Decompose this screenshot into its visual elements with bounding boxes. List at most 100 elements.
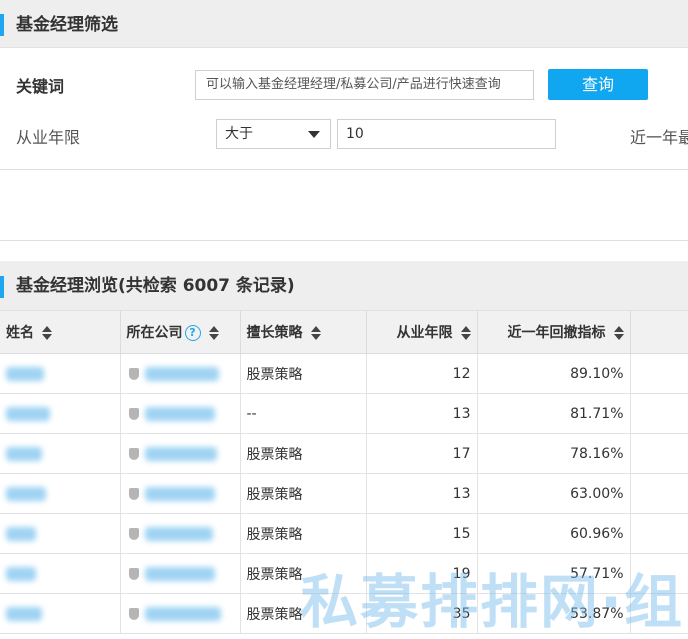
shield-icon — [128, 367, 139, 380]
section-accent-bar — [0, 276, 4, 298]
shield-icon — [128, 487, 139, 500]
filter-section-title: 基金经理筛选 — [16, 15, 118, 35]
extra-cell — [630, 473, 688, 514]
table-row[interactable]: 股票策略 19 57.71% — [0, 553, 688, 594]
company-cell[interactable] — [120, 513, 241, 554]
manager-name-cell[interactable] — [0, 433, 121, 474]
strategy-cell: 股票策略 — [240, 593, 367, 634]
redacted-company — [144, 606, 221, 621]
company-cell[interactable] — [120, 553, 241, 594]
strategy-cell: -- — [240, 393, 367, 434]
table-row[interactable]: 股票策略 17 78.16% — [0, 433, 688, 474]
search-button[interactable]: 查询 — [548, 69, 648, 100]
shield-icon — [128, 407, 139, 420]
filter-section-header: 基金经理筛选 — [0, 0, 688, 48]
extra-cell — [630, 553, 688, 594]
table-row[interactable]: -- 13 81.71% — [0, 393, 688, 434]
redacted-name — [6, 526, 36, 541]
company-cell[interactable] — [120, 473, 241, 514]
company-cell[interactable] — [120, 353, 241, 394]
sort-icon[interactable] — [208, 326, 219, 340]
drawdown-cell: 78.16% — [477, 433, 631, 474]
sort-icon[interactable] — [613, 326, 624, 340]
shield-icon — [128, 567, 139, 580]
redacted-company — [144, 446, 217, 461]
table-row[interactable]: 股票策略 15 60.96% — [0, 513, 688, 554]
strategy-cell: 股票策略 — [240, 513, 367, 554]
compare-operator-value: 大于 — [225, 126, 253, 142]
redacted-company — [144, 406, 215, 421]
years-cell: 35 — [366, 593, 478, 634]
extra-cell — [630, 433, 688, 474]
redacted-name — [6, 606, 42, 621]
manager-name-cell[interactable] — [0, 593, 121, 634]
filter-extra-area — [0, 169, 688, 241]
years-cell: 15 — [366, 513, 478, 554]
help-icon[interactable]: ? — [184, 325, 201, 341]
drawdown-cell: 60.96% — [477, 513, 631, 554]
browse-section-header: 基金经理浏览(共检索 6007 条记录) — [0, 261, 688, 311]
years-cell: 17 — [366, 433, 478, 474]
table-row[interactable]: 股票策略 35 53.87% — [0, 593, 688, 634]
redacted-name — [6, 366, 44, 381]
drawdown-cell: 89.10% — [477, 353, 631, 394]
extra-cell — [630, 393, 688, 434]
sort-icon[interactable] — [310, 326, 321, 340]
keyword-search-input[interactable]: 可以输入基金经理经理/私募公司/产品进行快速查询 — [195, 70, 534, 100]
manager-name-cell[interactable] — [0, 513, 121, 554]
redacted-name — [6, 406, 50, 421]
browse-section-title: 基金经理浏览(共检索 6007 条记录) — [16, 276, 295, 296]
column-header-name[interactable]: 姓名 — [0, 311, 121, 354]
years-cell: 13 — [366, 393, 478, 434]
section-accent-bar — [0, 14, 4, 36]
table-row[interactable]: 股票策略 13 63.00% — [0, 473, 688, 514]
drawdown-cell: 81.71% — [477, 393, 631, 434]
company-cell[interactable] — [120, 393, 241, 434]
years-cell: 19 — [366, 553, 478, 594]
redacted-name — [6, 446, 42, 461]
extra-cell — [630, 513, 688, 554]
redacted-company — [144, 526, 213, 541]
shield-icon — [128, 607, 139, 620]
redacted-company — [144, 486, 215, 501]
redacted-name — [6, 486, 46, 501]
strategy-cell: 股票策略 — [240, 553, 367, 594]
extra-cell — [630, 593, 688, 634]
extra-cell — [630, 353, 688, 394]
drawdown-cell: 63.00% — [477, 473, 631, 514]
column-header-extra — [630, 311, 688, 354]
drawdown-cell: 57.71% — [477, 553, 631, 594]
manager-name-cell[interactable] — [0, 553, 121, 594]
manager-name-cell[interactable] — [0, 353, 121, 394]
column-header-strategy[interactable]: 擅长策略 — [240, 311, 367, 354]
manager-name-cell[interactable] — [0, 473, 121, 514]
strategy-cell: 股票策略 — [240, 353, 367, 394]
redacted-company — [144, 566, 215, 581]
column-header-years[interactable]: 从业年限 — [366, 311, 478, 354]
years-cell: 13 — [366, 473, 478, 514]
table-header-row: 姓名 所在公司? 擅长策略 从业年限 近一年回撤指标 — [0, 311, 688, 354]
table-row[interactable]: 股票策略 12 89.10% — [0, 353, 688, 394]
sort-icon[interactable] — [42, 326, 52, 340]
shield-icon — [128, 447, 139, 460]
recent-year-filter-label: 近一年最 — [630, 128, 688, 147]
redacted-name — [6, 566, 36, 581]
compare-operator-select[interactable]: 大于 — [216, 119, 331, 149]
redacted-company — [144, 366, 219, 381]
chevron-down-icon — [308, 131, 320, 138]
strategy-cell: 股票策略 — [240, 473, 367, 514]
sort-icon[interactable] — [460, 326, 471, 340]
strategy-cell: 股票策略 — [240, 433, 367, 474]
column-header-company[interactable]: 所在公司? — [120, 311, 241, 354]
drawdown-cell: 53.87% — [477, 593, 631, 634]
manager-name-cell[interactable] — [0, 393, 121, 434]
column-header-drawdown[interactable]: 近一年回撤指标 — [477, 311, 631, 354]
company-cell[interactable] — [120, 433, 241, 474]
years-filter-label: 从业年限 — [16, 128, 81, 147]
years-cell: 12 — [366, 353, 478, 394]
fund-manager-table: 姓名 所在公司? 擅长策略 从业年限 近一年回撤指标 股票策略 12 89.10% -… — [0, 311, 688, 634]
shield-icon — [128, 527, 139, 540]
company-cell[interactable] — [120, 593, 241, 634]
keyword-label: 关键词 — [16, 77, 65, 96]
years-value-input[interactable]: 10 — [337, 119, 556, 149]
